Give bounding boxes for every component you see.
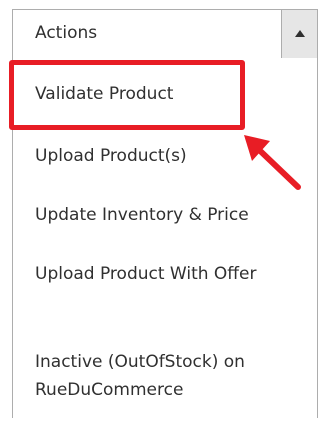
actions-dropdown-toggle[interactable]: Actions [12, 9, 318, 59]
menu-item-inactive-outofstock[interactable]: Inactive (OutOfStock) on RueDuCommerce [35, 348, 300, 404]
menu-item-upload-products[interactable]: Upload Product(s) [35, 142, 187, 170]
menu-item-upload-product-with-offer[interactable]: Upload Product With Offer [35, 260, 265, 288]
arrow-pointer-icon [244, 135, 301, 190]
actions-dropdown: Actions Validate Product Upload Product(… [0, 0, 320, 423]
caret-up-icon [295, 30, 305, 37]
dropdown-toggle-button[interactable] [281, 10, 317, 58]
menu-item-update-inventory-price[interactable]: Update Inventory & Price [35, 201, 249, 229]
highlight-box [9, 60, 245, 130]
actions-dropdown-label: Actions [35, 23, 98, 43]
